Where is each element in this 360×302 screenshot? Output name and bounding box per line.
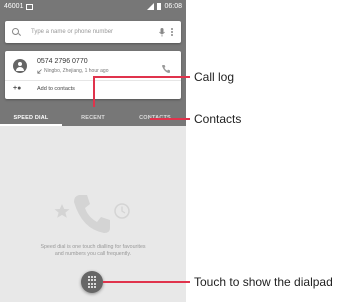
- caller-location: Ningbo, Zhejiang, 1 hour ago: [44, 68, 109, 74]
- contacts-leader-line: [150, 118, 190, 120]
- add-contact-icon[interactable]: +●: [13, 85, 21, 92]
- battery-icon: [157, 3, 162, 10]
- search-bar[interactable]: Type a name or phone number: [5, 21, 181, 43]
- add-to-contacts-link[interactable]: Add to contacts: [37, 86, 75, 92]
- contacts-callout: Contacts: [194, 112, 242, 126]
- caller-number: 0574 2796 0770: [37, 58, 88, 65]
- speed-dial-message: Speed dial is one touch dialling for fav…: [40, 244, 146, 257]
- tab-recent[interactable]: RECENT: [62, 112, 124, 126]
- call-log-leader-line: [93, 77, 95, 107]
- status-bar: 46001 06:08: [0, 0, 186, 14]
- more-options-icon[interactable]: [167, 26, 177, 38]
- search-icon: [12, 28, 20, 36]
- search-input[interactable]: Type a name or phone number: [31, 29, 157, 35]
- phone-call-icon[interactable]: [161, 61, 171, 73]
- notification-icon: [26, 3, 34, 10]
- tab-speed-dial[interactable]: SPEED DIAL: [0, 112, 62, 126]
- phone-handset-icon: [74, 195, 110, 233]
- signal-icon: [147, 3, 155, 10]
- dialpad-button[interactable]: [81, 271, 103, 293]
- clock: 06:08: [164, 3, 182, 10]
- dialpad-leader-line: [103, 281, 190, 283]
- call-details: Ningbo, Zhejiang, 1 hour ago: [37, 68, 109, 74]
- phone-screen: 46001 06:08 Type a name or phone number: [0, 0, 186, 302]
- star-icon: [54, 204, 70, 218]
- avatar: [13, 59, 27, 73]
- microphone-icon[interactable]: [157, 26, 167, 38]
- call-log-callout: Call log: [194, 70, 235, 84]
- app-bar: Type a name or phone number 0574 2796 07…: [0, 14, 186, 126]
- call-log-leader-line: [93, 76, 190, 78]
- incoming-call-icon: [37, 68, 42, 74]
- dialpad-callout: Touch to show the dialpad: [194, 275, 333, 289]
- speed-dial-illustration: [54, 195, 130, 233]
- carrier-label: 46001: [4, 3, 24, 10]
